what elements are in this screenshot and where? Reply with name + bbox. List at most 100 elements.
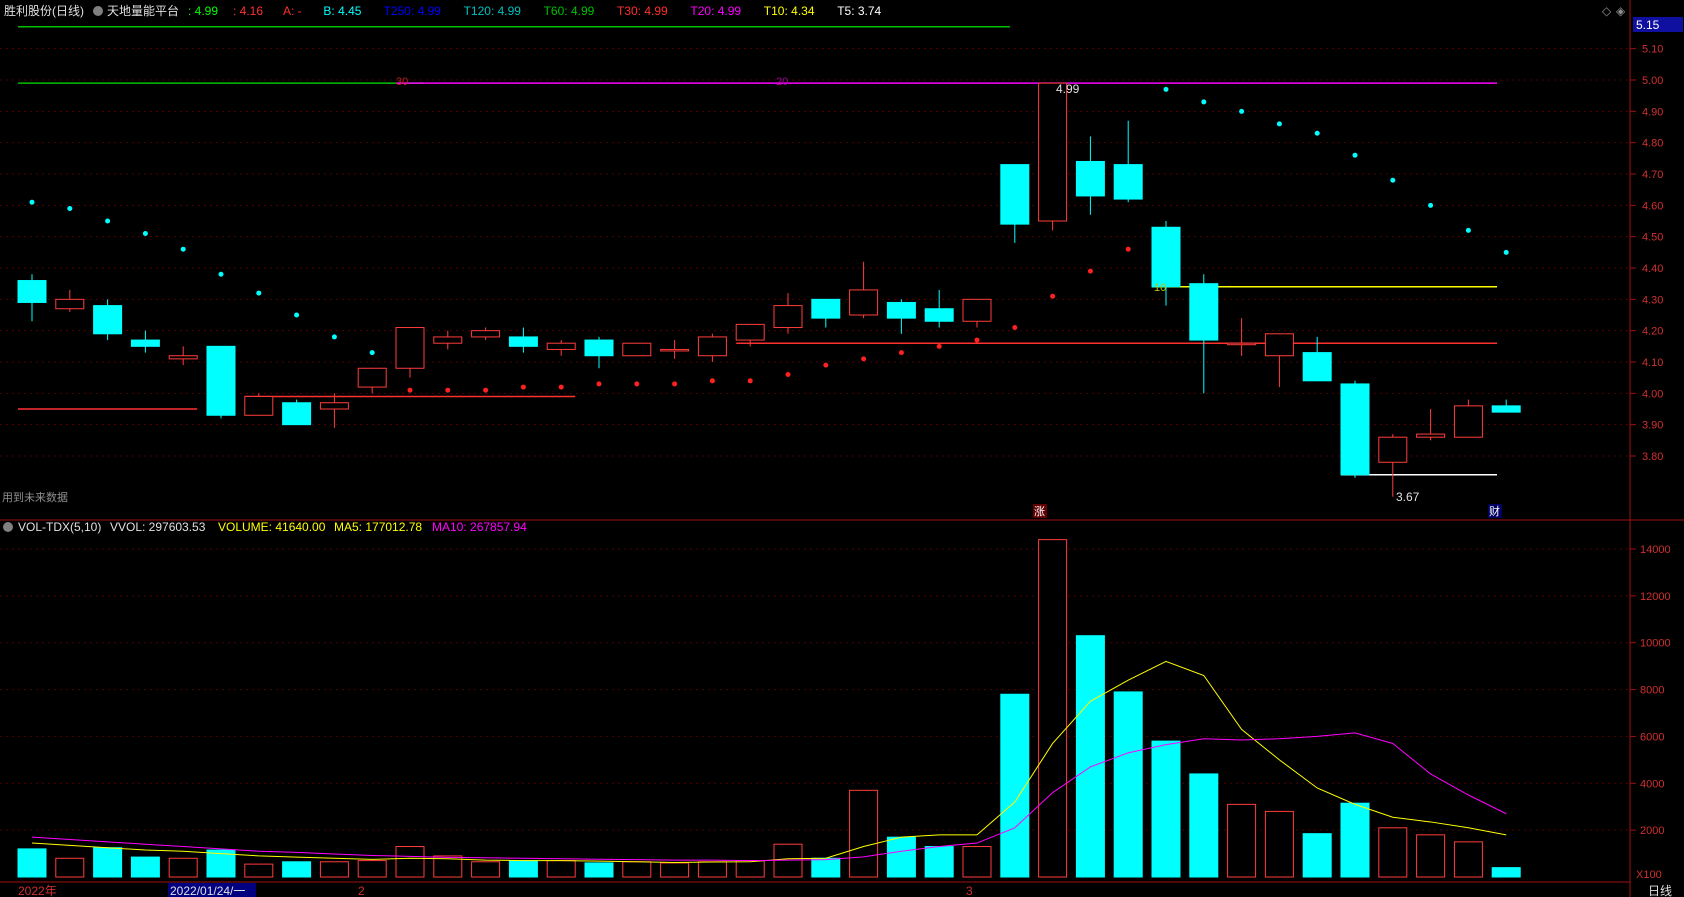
price-tick-label: 5.00	[1642, 75, 1663, 87]
volume-tick-label: 4000	[1640, 778, 1664, 790]
indicator-toggle-icon[interactable]	[93, 6, 103, 16]
up-dot	[672, 381, 678, 387]
volume-bar	[1113, 691, 1143, 878]
volume-bar	[660, 862, 690, 878]
volume-bar	[130, 856, 160, 878]
label-20: 20	[776, 76, 788, 88]
price-tick-label: 4.30	[1642, 294, 1663, 306]
current-price: 5.15	[1636, 18, 1660, 32]
stock-title[interactable]: 胜利股份(日线)	[4, 3, 84, 18]
up-dot	[558, 384, 564, 390]
price-tick-label: 4.00	[1642, 388, 1663, 400]
volume-bar	[1075, 635, 1105, 878]
candle-body	[1302, 352, 1332, 382]
down-dot	[1428, 202, 1434, 208]
legend-entry: T20: 4.99	[690, 4, 741, 18]
volume-bar	[471, 861, 501, 878]
candle-body	[1151, 226, 1181, 288]
candle-body	[1227, 342, 1257, 346]
vol-volume: VOLUME: 41640.00	[218, 520, 326, 534]
candle-body	[168, 355, 198, 360]
up-dot	[936, 343, 942, 349]
stock-chart[interactable]: 3.80 3.90 4.00 4.10 4.20 4.30 4.40 4.50 4.60 4.70…	[0, 0, 1684, 897]
candle-body	[1416, 433, 1446, 438]
down-dot	[1276, 121, 1282, 127]
x100-label: X100	[1636, 869, 1662, 881]
volume-bar	[1038, 539, 1068, 878]
down-dot	[180, 246, 186, 252]
candle-body	[1189, 283, 1219, 341]
volume-bar	[546, 860, 576, 878]
price-tick-label: 4.70	[1642, 169, 1663, 181]
period-label[interactable]: 日线	[1648, 884, 1672, 897]
candle-body	[1264, 333, 1294, 357]
legend-entry: T5: 3.74	[837, 4, 881, 18]
volume-tick-label: 14000	[1640, 544, 1671, 556]
volume-tick-label: 12000	[1640, 591, 1671, 603]
volume-bar	[735, 860, 765, 878]
candle-body	[1000, 164, 1030, 225]
price-tick-label: 3.90	[1642, 420, 1663, 432]
volume-bar	[1378, 827, 1408, 878]
candles[interactable]	[17, 82, 1521, 497]
candle-body	[17, 280, 47, 303]
volume-bar	[1340, 802, 1370, 878]
price-tick-label: 4.90	[1642, 106, 1663, 118]
volume-tick-label: 8000	[1640, 685, 1664, 697]
candle-body	[508, 336, 538, 347]
vol-vvol: VVOL: 297603.53	[110, 520, 206, 534]
volume-bars[interactable]	[17, 539, 1521, 878]
down-dot	[1465, 227, 1471, 233]
candle-body	[697, 336, 727, 357]
candle-body	[1113, 164, 1143, 200]
candle-body	[395, 327, 425, 369]
volume-bar	[697, 861, 727, 878]
up-dot	[520, 384, 526, 390]
legend-entry: : 4.16	[233, 4, 263, 18]
price-tick-label: 4.80	[1642, 138, 1663, 150]
down-dot	[256, 290, 262, 296]
volume-tick-label: 2000	[1640, 825, 1664, 837]
zhang-badge[interactable]: 涨	[1034, 505, 1045, 518]
future-data-note: 用到未来数据	[2, 490, 68, 504]
volume-bar	[1453, 841, 1483, 878]
vol-toggle-icon[interactable]	[3, 522, 13, 532]
up-dot	[1050, 293, 1056, 299]
more-icon[interactable]: ◈	[1616, 4, 1626, 18]
volume-bar	[1416, 834, 1446, 878]
candle-body	[282, 402, 312, 426]
candle-body	[924, 308, 954, 322]
volume-axis-ticks: 2000 4000 6000 8000 10000 12000 14000	[1630, 544, 1671, 837]
up-dot	[861, 356, 867, 362]
down-dot	[294, 312, 300, 318]
down-dot	[142, 231, 148, 237]
diamond-icon[interactable]: ◇	[1602, 4, 1612, 18]
down-dot	[1390, 177, 1396, 183]
label-10: 10	[1154, 282, 1166, 294]
legend-entry: T60: 4.99	[544, 4, 595, 18]
volume-bar	[168, 857, 198, 878]
indicator-name[interactable]: 天地量能平台	[107, 3, 179, 18]
candle-body	[1075, 160, 1105, 197]
up-dot	[1087, 268, 1093, 274]
candle-body	[660, 348, 690, 352]
volume-bar	[962, 846, 992, 878]
candle-body	[886, 301, 916, 319]
level-lines	[18, 25, 1497, 476]
up-dot	[709, 378, 715, 384]
up-dot	[1125, 246, 1131, 252]
volume-bar	[849, 789, 879, 878]
down-dot	[1314, 130, 1320, 136]
candle-body	[1453, 405, 1483, 438]
price-tick-label: 5.10	[1642, 44, 1663, 56]
vol-title[interactable]: VOL-TDX(5,10)	[18, 520, 101, 534]
down-dot	[1352, 152, 1358, 158]
cai-badge[interactable]: 财	[1489, 504, 1500, 518]
low-price-label: 3.67	[1396, 490, 1420, 504]
vol-ma10: MA10: 267857.94	[432, 520, 527, 534]
volume-bar	[886, 836, 916, 878]
candle-body	[735, 323, 765, 341]
candle-body	[622, 342, 652, 357]
candle-body	[1038, 82, 1068, 222]
volume-bar	[508, 860, 538, 878]
